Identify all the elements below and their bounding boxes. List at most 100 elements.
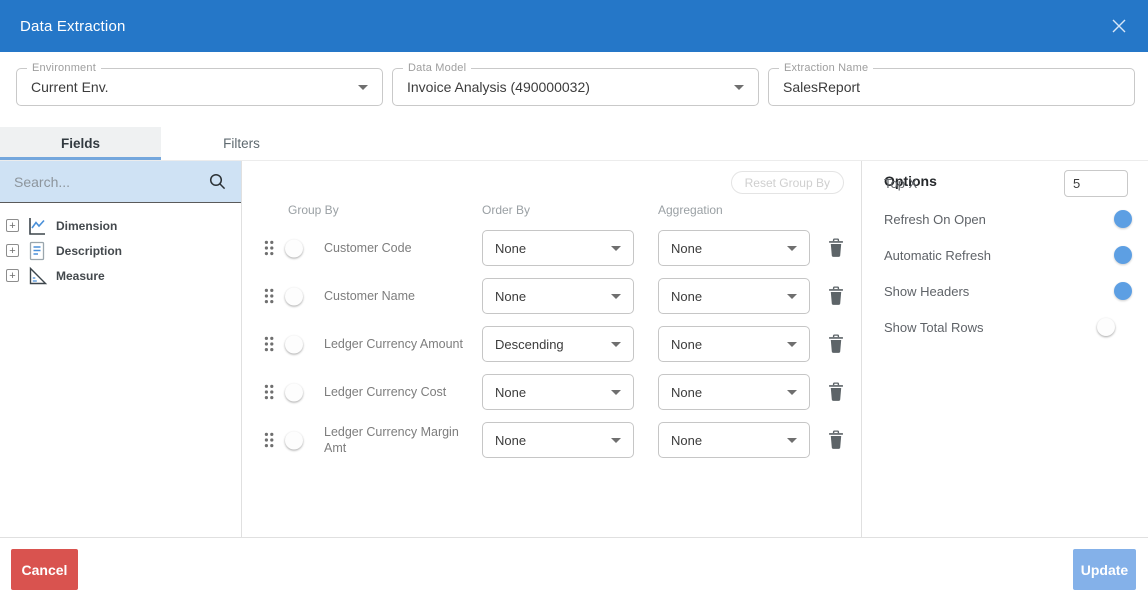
chevron-down-icon [611,246,621,251]
group-by-toggle[interactable] [287,386,318,399]
field-name: Ledger Currency Amount [324,336,476,352]
chevron-down-icon [787,390,797,395]
chevron-down-icon [787,294,797,299]
tab-filters[interactable]: Filters [161,127,322,160]
aggregation-select[interactable]: None [658,326,810,362]
delete-field-icon[interactable] [828,335,844,354]
reset-group-by-button[interactable]: Reset Group By [731,171,844,194]
option-row: Show Headers [862,273,1148,309]
options-panel: Options Refresh On Open Automatic Refres… [862,161,1148,537]
aggregation-value: None [671,241,787,256]
data-model-label: Data Model [403,62,471,74]
field-name: Ledger Currency Margin Amt [324,424,476,457]
description-document-icon [26,240,48,262]
tree-item-label: Description [56,244,122,258]
field-row: Ledger Currency Cost None None [242,368,861,416]
option-label: Refresh On Open [884,212,1099,227]
field-name: Ledger Currency Cost [324,384,476,400]
order-by-select[interactable]: None [482,422,634,458]
option-row: Refresh On Open [862,201,1148,237]
order-by-value: None [495,241,611,256]
data-model-select[interactable]: Data Model Invoice Analysis (490000032) [392,68,759,106]
field-name: Customer Name [324,288,476,304]
extraction-name-field: Extraction Name [768,68,1135,106]
tree-item[interactable]: + Dimension [6,213,241,238]
tab-fields[interactable]: Fields [0,127,161,160]
option-toggle[interactable] [1099,213,1130,226]
field-tree: + Dimension + Description + Measure [0,203,241,288]
drag-handle-icon[interactable] [264,288,274,304]
update-button[interactable]: Update [1073,549,1136,590]
drag-handle-icon[interactable] [264,432,274,448]
field-row: Ledger Currency Margin Amt None None [242,416,861,464]
aggregation-select[interactable]: None [658,230,810,266]
group-by-toggle[interactable] [287,338,318,351]
chevron-down-icon [611,342,621,347]
selected-fields-panel: Reset Group By Group By Order By Aggrega… [241,161,862,537]
tree-item[interactable]: + Measure [6,263,241,288]
option-label: Show Headers [884,284,1099,299]
field-rows: Customer Code None None [242,224,861,464]
group-by-column-header: Group By [288,203,339,217]
cancel-button[interactable]: Cancel [11,549,78,590]
top-x-row: Top X [862,163,1148,203]
tree-item-label: Dimension [56,219,117,233]
extraction-name-input[interactable] [783,79,1120,95]
drag-handle-icon[interactable] [264,240,274,256]
aggregation-value: None [671,385,787,400]
aggregation-select[interactable]: None [658,422,810,458]
order-by-value: None [495,433,611,448]
order-by-column-header: Order By [482,203,530,217]
drag-handle-icon[interactable] [264,336,274,352]
search-input[interactable] [14,174,208,190]
dialog-body: + Dimension + Description + Measure Rese… [0,161,1148,537]
option-toggle[interactable] [1099,321,1130,334]
chevron-down-icon [787,342,797,347]
aggregation-value: None [671,337,787,352]
expand-plus-icon[interactable]: + [6,244,19,257]
measure-triangle-icon [26,265,48,287]
expand-plus-icon[interactable]: + [6,219,19,232]
aggregation-select[interactable]: None [658,374,810,410]
environment-value: Current Env. [31,79,358,95]
close-icon[interactable] [1108,15,1130,37]
group-by-toggle[interactable] [287,290,318,303]
environment-label: Environment [27,62,101,74]
order-by-select[interactable]: None [482,374,634,410]
chevron-down-icon [358,85,368,90]
chevron-down-icon [611,294,621,299]
order-by-select[interactable]: Descending [482,326,634,362]
order-by-value: None [495,385,611,400]
option-toggle[interactable] [1099,285,1130,298]
option-label: Automatic Refresh [884,248,1099,263]
drag-handle-icon[interactable] [264,384,274,400]
expand-plus-icon[interactable]: + [6,269,19,282]
aggregation-value: None [671,433,787,448]
top-x-input[interactable] [1064,170,1128,197]
option-row: Automatic Refresh [862,237,1148,273]
aggregation-select[interactable]: None [658,278,810,314]
field-row: Ledger Currency Amount Descending None [242,320,861,368]
environment-select[interactable]: Environment Current Env. [16,68,383,106]
options-toggle-rows: Refresh On Open Automatic Refresh Show H… [862,201,1148,345]
chevron-down-icon [611,390,621,395]
group-by-toggle[interactable] [287,434,318,447]
chevron-down-icon [611,438,621,443]
delete-field-icon[interactable] [828,431,844,450]
delete-field-icon[interactable] [828,287,844,306]
delete-field-icon[interactable] [828,239,844,258]
group-by-toggle[interactable] [287,242,318,255]
option-toggle[interactable] [1099,249,1130,262]
chevron-down-icon [734,85,744,90]
tab-filters-label: Filters [223,136,260,151]
top-form-row: Environment Current Env. Data Model Invo… [0,52,1148,127]
tab-active-indicator [0,157,161,160]
delete-field-icon[interactable] [828,383,844,402]
tree-item[interactable]: + Description [6,238,241,263]
search-box [0,161,241,203]
chevron-down-icon [787,246,797,251]
order-by-select[interactable]: None [482,278,634,314]
order-by-select[interactable]: None [482,230,634,266]
dialog-title: Data Extraction [20,18,126,35]
field-name: Customer Code [324,240,476,256]
